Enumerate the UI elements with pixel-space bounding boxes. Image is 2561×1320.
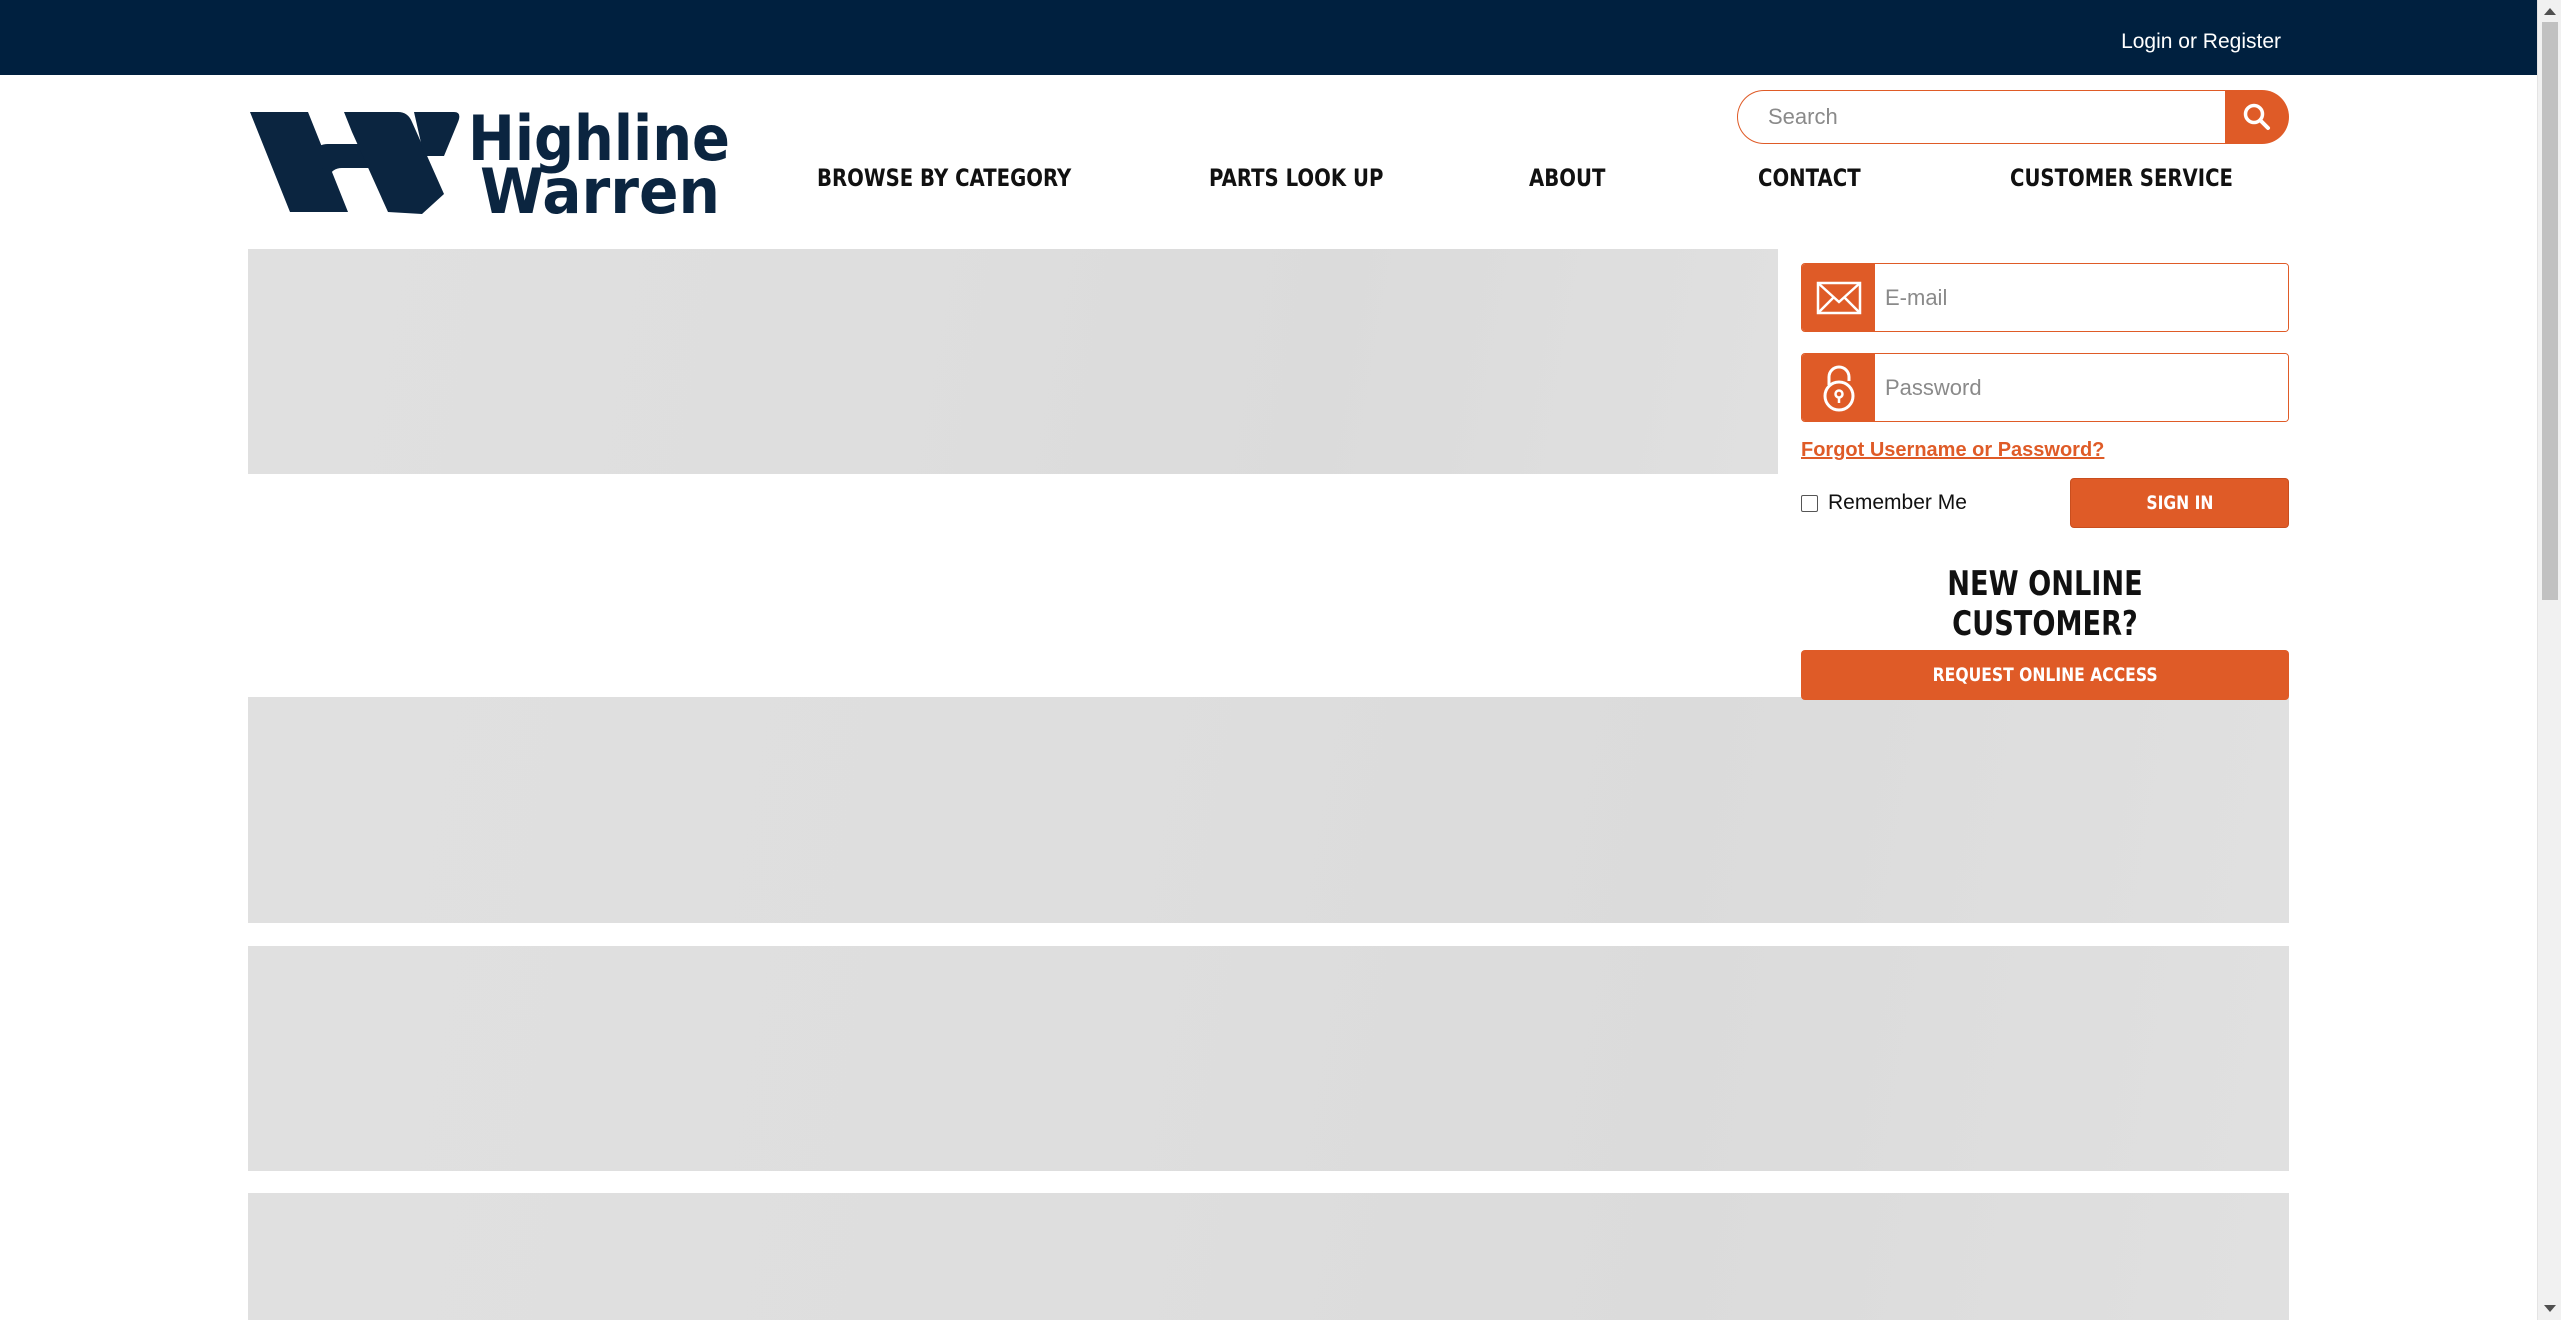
sign-in-button[interactable]: SIGN IN	[2070, 478, 2289, 528]
scroll-down-arrow-icon[interactable]	[2544, 1305, 2556, 1312]
email-field	[1801, 263, 2289, 332]
password-input[interactable]	[1875, 354, 2288, 421]
search-button[interactable]	[2225, 90, 2289, 144]
request-online-access-button[interactable]: REQUEST ONLINE ACCESS	[1801, 650, 2289, 700]
request-online-access-label: REQUEST ONLINE ACCESS	[1932, 664, 2158, 686]
password-field	[1801, 353, 2289, 422]
nav-browse-by-category[interactable]: BROWSE BY CATEGORY	[817, 164, 1071, 192]
content-placeholder-1	[248, 697, 2289, 923]
scrollbar-thumb[interactable]	[2542, 22, 2558, 600]
content-placeholder-2	[248, 946, 2289, 1171]
nav-contact[interactable]: CONTACT	[1758, 164, 1861, 192]
scroll-up-arrow-icon[interactable]	[2544, 8, 2556, 15]
signin-row: Remember Me SIGN IN	[1801, 478, 2289, 528]
site-search	[1737, 90, 2289, 144]
envelope-icon	[1802, 264, 1875, 331]
sign-in-label: SIGN IN	[2145, 492, 2214, 514]
email-input[interactable]	[1875, 264, 2288, 331]
search-input[interactable]	[1737, 90, 2225, 144]
top-bar: Login or Register	[0, 0, 2537, 75]
lock-icon	[1802, 354, 1875, 421]
hero-banner-placeholder	[248, 249, 1778, 474]
login-form: Forgot Username or Password? Remember Me…	[1801, 263, 2289, 700]
content-placeholder-3	[248, 1193, 2289, 1320]
search-icon	[2243, 103, 2270, 130]
page-scrollbar[interactable]	[2537, 0, 2561, 1320]
remember-me-checkbox[interactable]	[1801, 494, 1818, 512]
nav-about[interactable]: ABOUT	[1529, 164, 1605, 192]
main-nav: BROWSE BY CATEGORY PARTS LOOK UP ABOUT C…	[0, 164, 2537, 204]
remember-me[interactable]: Remember Me	[1801, 491, 1967, 515]
nav-parts-look-up[interactable]: PARTS LOOK UP	[1209, 164, 1383, 192]
forgot-password-link[interactable]: Forgot Username or Password?	[1801, 439, 2289, 462]
nav-customer-service[interactable]: CUSTOMER SERVICE	[2010, 164, 2233, 192]
new-customer-heading: NEW ONLINE CUSTOMER?	[1947, 564, 2143, 644]
login-register-link[interactable]: Login or Register	[2121, 30, 2281, 54]
remember-me-label: Remember Me	[1828, 491, 1967, 514]
